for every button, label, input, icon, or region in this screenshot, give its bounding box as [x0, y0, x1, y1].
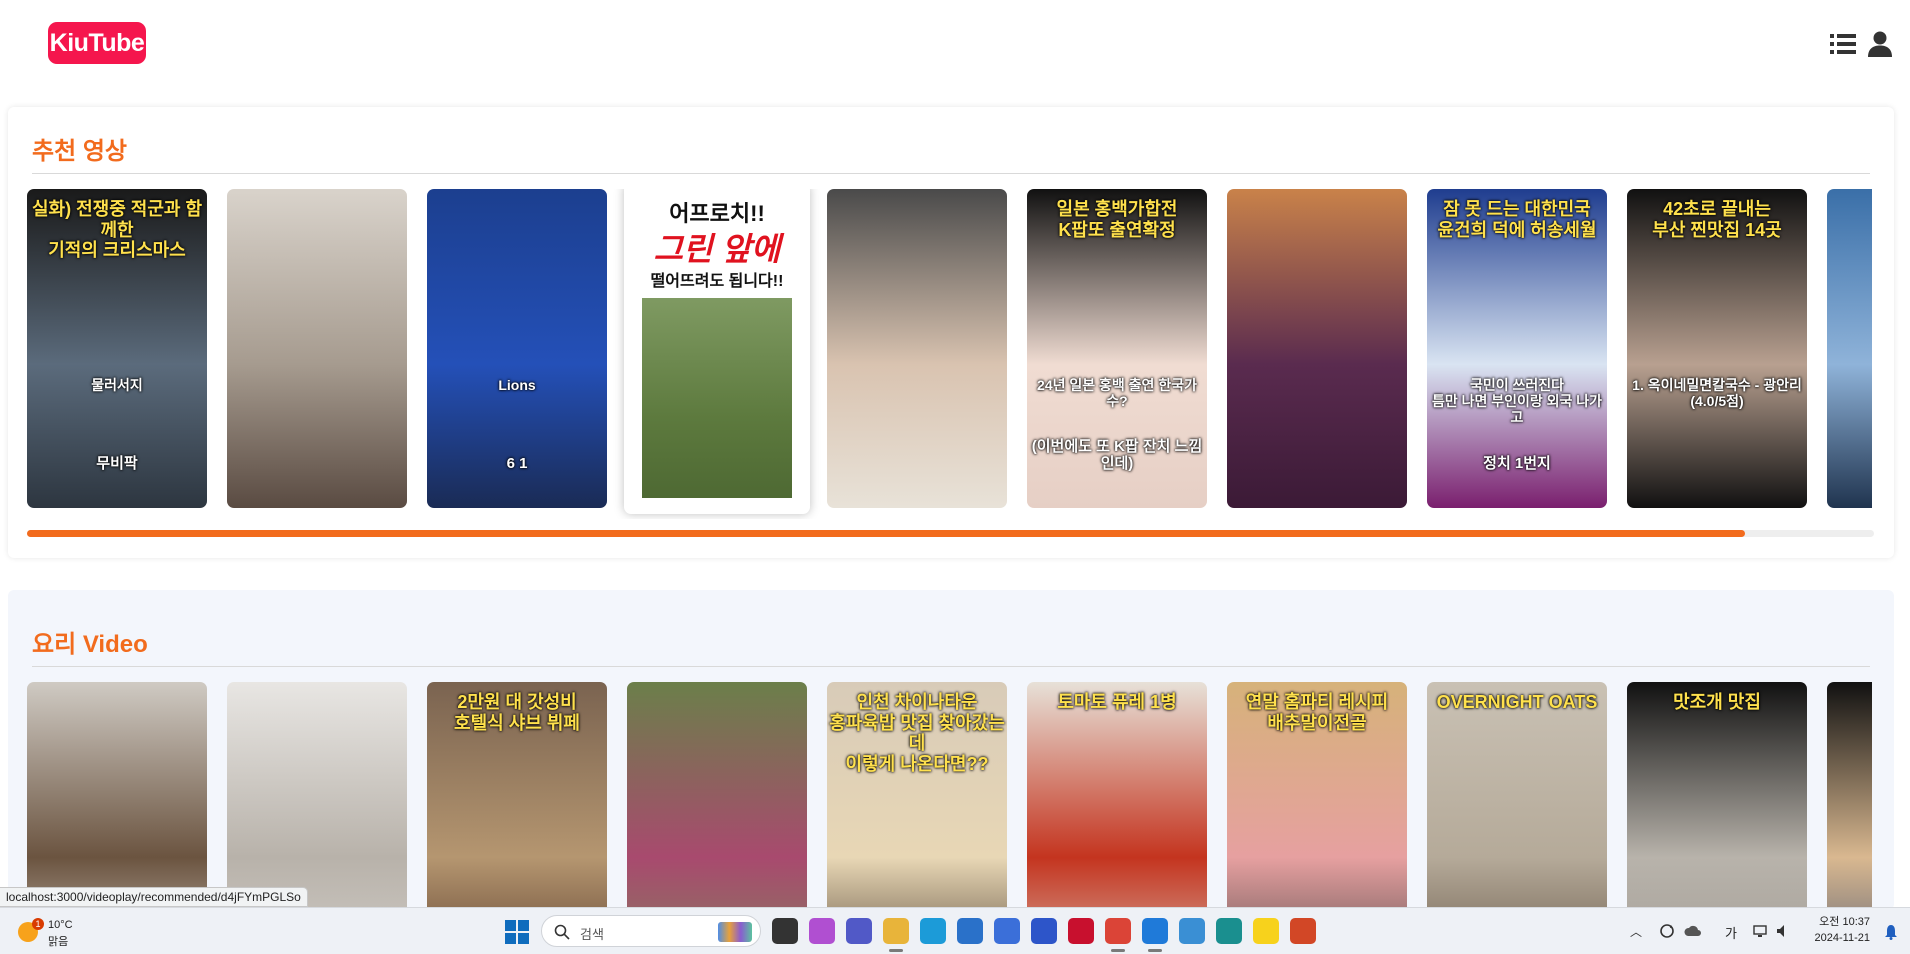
- cooking-section: 요리 Video "제주도는" 2만원 대 갓성비 호텔식 샤브 뷔페 + 쑥찐빵 인…: [8, 590, 1894, 912]
- video-caption-top: 연말 홈파티 레시피 배추말이전골: [1245, 692, 1389, 733]
- video-card-14[interactable]: + 쑥찐빵: [627, 682, 807, 912]
- notification-bell-icon[interactable]: [1884, 924, 1898, 940]
- video-caption-top: 인천 차이나타운 홍파육밥 맛집 찾아갔는데 이렇게 나온다면??: [829, 692, 1005, 775]
- video-card-9[interactable]: 42초로 끝내는 부산 찐맛집 14곳 1. 옥이네밀면칼국수 - 광안리 (4.…: [1627, 189, 1807, 508]
- link-status-url: localhost:3000/videoplay/recommended/d4j…: [0, 887, 308, 907]
- kiutube-logo[interactable]: KiuTube: [48, 22, 146, 64]
- active-indicator: [1148, 949, 1162, 952]
- chevron-up-icon[interactable]: ︿: [1630, 923, 1642, 940]
- video-caption-mid: Lions: [498, 377, 536, 393]
- video-caption-bottom: 무비팍: [96, 454, 138, 472]
- clock-time: 오전 10:37: [1819, 916, 1870, 928]
- horizontal-scrollbar[interactable]: [27, 530, 1874, 537]
- recommended-section: 추천 영상 실화) 전쟁중 적군과 함께한 기적의 크리스마스물러서지무비팍 Li…: [8, 107, 1894, 558]
- copilot-icon[interactable]: [809, 918, 835, 944]
- video-card-19[interactable]: 맛조개 맛집: [1627, 682, 1807, 912]
- video-card-18[interactable]: OVERNIGHT OATS: [1427, 682, 1607, 912]
- chrome-icon[interactable]: [1105, 918, 1131, 944]
- mcafee-icon[interactable]: [1068, 918, 1094, 944]
- video-card-3[interactable]: Lions 6 1: [427, 189, 607, 508]
- kakaotalk-icon[interactable]: [1253, 918, 1279, 944]
- video-card-16[interactable]: 토마토 퓨레 1병: [1027, 682, 1207, 912]
- file-icon[interactable]: [772, 918, 798, 944]
- network-icon[interactable]: [1752, 922, 1770, 940]
- video-row[interactable]: 실화) 전쟁중 적군과 함께한 기적의 크리스마스물러서지무비팍 Lions 6 1…: [27, 189, 1872, 519]
- video-caption-bottom: 떨어뜨려도 됩니다!!: [650, 273, 784, 290]
- video-card-7[interactable]: [1227, 189, 1407, 508]
- weather-widget[interactable]: 1 10°C 맑음: [14, 916, 104, 948]
- video-caption-top: 42초로 끝내는 부산 찐맛집 14곳: [1652, 199, 1782, 240]
- edge-icon[interactable]: [920, 918, 946, 944]
- video-card-2[interactable]: [227, 189, 407, 508]
- video-caption-top: 토마토 퓨레 1병: [1057, 692, 1177, 712]
- video-card-12[interactable]: "제주도는": [227, 682, 407, 912]
- powerpoint-icon[interactable]: [1290, 918, 1316, 944]
- app-root: KiuTube 추천 영상 실화) 전쟁중 적군과 함께한 기적의 크리스마스물…: [0, 0, 1910, 954]
- video-card-11[interactable]: [27, 682, 207, 912]
- video-caption-top: 2만원 대 갓성비 호텔식 샤브 뷔페: [454, 692, 580, 733]
- section-divider: [32, 666, 1870, 667]
- search-icon: [554, 924, 570, 940]
- taskbar-search[interactable]: 검색: [541, 915, 761, 947]
- user-icon[interactable]: [1866, 30, 1894, 58]
- windows-start-icon[interactable]: [505, 920, 529, 944]
- teams-icon[interactable]: [846, 918, 872, 944]
- video-card-5[interactable]: [827, 189, 1007, 508]
- video-caption-mid: 국민이 쓰러진다 틈만 나면 부인이랑 외국 나가고: [1431, 377, 1603, 426]
- section-title: 추천 영상: [32, 138, 127, 165]
- video-card-20[interactable]: [1827, 682, 1872, 912]
- remote-icon[interactable]: [1031, 918, 1057, 944]
- weather-temp: 10°C: [48, 919, 73, 931]
- video-card-6[interactable]: 일본 홍백가합전 K팝또 출연확정 24년 일본 홍백 출연 한국가수? (이번에도…: [1027, 189, 1207, 508]
- video-caption-bottom: (이번에도 또 K팝 잔치 느낌인데): [1031, 437, 1203, 472]
- video-card-1[interactable]: 실화) 전쟁중 적군과 함께한 기적의 크리스마스물러서지무비팍: [27, 189, 207, 508]
- store-icon[interactable]: [957, 918, 983, 944]
- ime-indicator[interactable]: 가: [1725, 923, 1737, 942]
- video-caption-bottom: 6 1: [506, 454, 528, 472]
- windows-taskbar: 1 10°C 맑음 검색 ︿ 가 오전 10:37 2024-11-21: [0, 907, 1910, 954]
- video-caption-mid: 1. 옥이네밀면칼국수 - 광안리 (4.0/5점): [1632, 377, 1802, 410]
- video-caption-top: 실화) 전쟁중 적군과 함께한 기적의 크리스마스: [31, 199, 203, 261]
- logo-text: KiuTube: [49, 28, 145, 57]
- clock-date: 2024-11-21: [1814, 932, 1870, 944]
- system-clock[interactable]: 오전 10:37 2024-11-21: [1800, 914, 1870, 946]
- notification-badge: 1: [32, 918, 44, 930]
- paint-icon[interactable]: [1179, 918, 1205, 944]
- video-caption-top: 일본 홍백가합전 K팝또 출연확정: [1056, 199, 1178, 240]
- section-title: 요리 Video: [32, 631, 148, 658]
- video-card-15[interactable]: 인천 차이나타운 홍파육밥 맛집 찾아갔는데 이렇게 나온다면??: [827, 682, 1007, 912]
- settings-icon[interactable]: [994, 918, 1020, 944]
- video-caption-top: 어프로치!!: [669, 201, 765, 226]
- video-caption-mid: 24년 일본 홍백 출연 한국가수?: [1037, 377, 1197, 410]
- video-row[interactable]: "제주도는" 2만원 대 갓성비 호텔식 샤브 뷔페 + 쑥찐빵 인천 차이나타운 홍…: [27, 682, 1872, 912]
- video-caption-mid: 그린 앞에: [653, 231, 781, 267]
- search-placeholder: 검색: [580, 927, 604, 942]
- sync-icon[interactable]: [1658, 922, 1676, 940]
- video-caption-top: 맛조개 맛집: [1673, 692, 1761, 712]
- video-caption-top: OVERNIGHT OATS: [1436, 692, 1598, 712]
- weather-desc: 맑음: [48, 936, 69, 948]
- snipping-icon[interactable]: [1216, 918, 1242, 944]
- video-card-4[interactable]: 어프로치!! 그린 앞에떨어뜨려도 됩니다!!: [624, 189, 810, 514]
- search-highlight-icon: [718, 922, 752, 942]
- vscode-icon[interactable]: [1142, 918, 1168, 944]
- video-card-17[interactable]: 연말 홈파티 레시피 배추말이전골: [1227, 682, 1407, 912]
- video-caption-top: 잠 못 드는 대한민국 윤건희 덕에 허송세월: [1437, 199, 1597, 240]
- cloud-icon[interactable]: [1684, 922, 1702, 940]
- video-card-13[interactable]: 2만원 대 갓성비 호텔식 샤브 뷔페: [427, 682, 607, 912]
- video-card-8[interactable]: 잠 못 드는 대한민국 윤건희 덕에 허송세월국민이 쓰러진다 틈만 나면 부인…: [1427, 189, 1607, 508]
- section-divider: [32, 173, 1870, 174]
- active-indicator: [889, 949, 903, 952]
- top-header: KiuTube: [0, 0, 1910, 88]
- active-indicator: [1111, 949, 1125, 952]
- speaker-icon[interactable]: [1774, 922, 1792, 940]
- video-card-10[interactable]: [1827, 189, 1872, 508]
- video-caption-mid: 물러서지: [91, 377, 143, 393]
- video-caption-bottom: 정치 1번지: [1483, 454, 1551, 472]
- folder-icon[interactable]: [883, 918, 909, 944]
- video-thumbnail-image: [642, 298, 792, 498]
- scrollbar-thumb[interactable]: [27, 530, 1745, 537]
- list-icon[interactable]: [1829, 30, 1857, 58]
